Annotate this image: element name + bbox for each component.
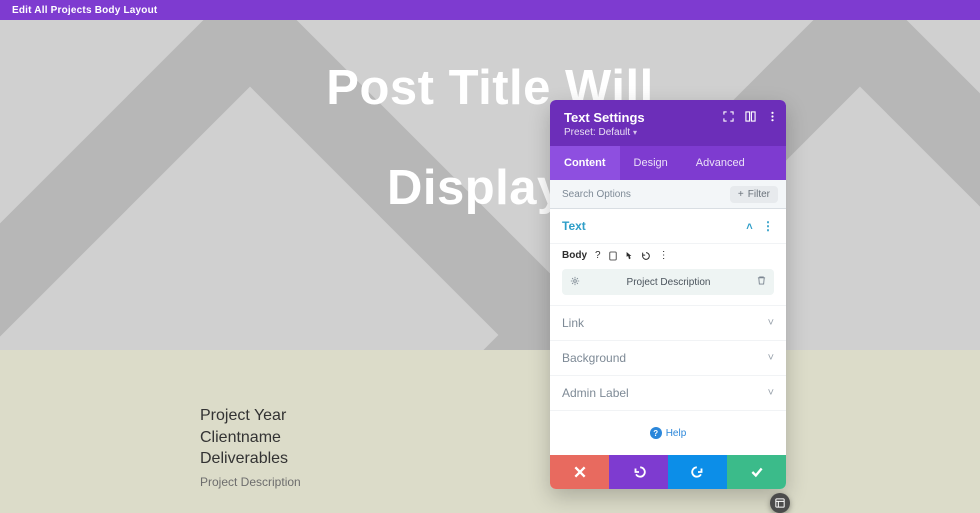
hero-shape-bg <box>0 20 980 350</box>
meta-deliverables: Deliverables <box>200 448 301 470</box>
preset-label: Preset: <box>564 127 596 138</box>
body-toolbar: Body ? ⋮ <box>562 250 774 261</box>
undo-button[interactable] <box>609 455 668 489</box>
section-admin-label-label: Admin Label <box>562 386 629 400</box>
panel-search-row: Search Options + Filter <box>550 180 786 209</box>
section-background-label: Background <box>562 351 626 365</box>
section-admin-label[interactable]: Admin Label ˅ <box>550 376 786 411</box>
cancel-button[interactable] <box>550 455 609 489</box>
more-icon[interactable]: ⋮ <box>659 250 669 261</box>
editor-top-title: Edit All Projects Body Layout <box>12 5 157 16</box>
hero-title-line-1: Post Title Will <box>0 60 980 116</box>
preset-value: Default <box>598 127 630 138</box>
section-kebab-icon[interactable]: ⋮ <box>762 219 774 233</box>
search-input[interactable]: Search Options <box>562 189 631 200</box>
dynamic-content-pill[interactable]: Project Description <box>562 269 774 295</box>
filter-label: Filter <box>748 189 770 200</box>
text-settings-panel: Text Settings Preset: Default Content De… <box>550 100 786 489</box>
tab-design[interactable]: Design <box>620 146 682 180</box>
section-background[interactable]: Background ˅ <box>550 341 786 376</box>
panel-preset[interactable]: Preset: Default <box>564 127 774 138</box>
tab-content[interactable]: Content <box>550 146 620 180</box>
section-text[interactable]: Text ˄ ⋮ <box>550 209 786 244</box>
canvas-stage: Post Title Will Display I Project Year C… <box>0 20 980 513</box>
kebab-icon[interactable] <box>766 110 778 122</box>
chevron-up-icon: ˄ <box>746 221 752 233</box>
help-icon[interactable]: ? <box>595 250 601 261</box>
panel-tabs: Content Design Advanced <box>550 146 786 180</box>
hover-icon[interactable] <box>625 251 633 261</box>
wireframe-toggle-button[interactable] <box>770 493 790 513</box>
hero-area: Post Title Will Display I <box>0 20 980 350</box>
tablet-icon[interactable] <box>609 251 617 261</box>
save-button[interactable] <box>727 455 786 489</box>
body-label: Body <box>562 250 587 261</box>
panel-header[interactable]: Text Settings Preset: Default <box>550 100 786 146</box>
hero-title-line-2: Display I <box>0 160 980 216</box>
trash-icon[interactable] <box>757 275 766 289</box>
text-section-body: Body ? ⋮ Project Desc <box>550 244 786 306</box>
section-link-label: Link <box>562 316 584 330</box>
plus-icon: + <box>738 189 744 200</box>
section-text-label: Text <box>562 219 586 233</box>
expand-icon[interactable] <box>722 110 734 122</box>
redo-button[interactable] <box>668 455 727 489</box>
meta-description: Project Description <box>200 474 301 490</box>
section-link[interactable]: Link ˅ <box>550 306 786 341</box>
chevron-down-icon: ˅ <box>768 387 774 399</box>
editor-top-bar: Edit All Projects Body Layout <box>0 0 980 20</box>
content-area <box>0 350 980 513</box>
tab-advanced[interactable]: Advanced <box>682 146 759 180</box>
reset-icon[interactable] <box>641 251 651 261</box>
dynamic-content-value: Project Description <box>580 277 757 288</box>
snap-icon[interactable] <box>744 110 756 122</box>
panel-footer <box>550 455 786 489</box>
filter-button[interactable]: + Filter <box>730 186 778 203</box>
panel-help[interactable]: ? Help <box>550 411 786 455</box>
meta-year: Project Year <box>200 405 301 427</box>
project-meta: Project Year Clientname Deliverables Pro… <box>200 405 301 490</box>
help-label: Help <box>666 428 687 439</box>
meta-client: Clientname <box>200 427 301 449</box>
chevron-down-icon: ˅ <box>768 317 774 329</box>
help-circle-icon: ? <box>650 427 662 439</box>
chevron-down-icon: ˅ <box>768 352 774 364</box>
gear-icon[interactable] <box>570 276 580 289</box>
